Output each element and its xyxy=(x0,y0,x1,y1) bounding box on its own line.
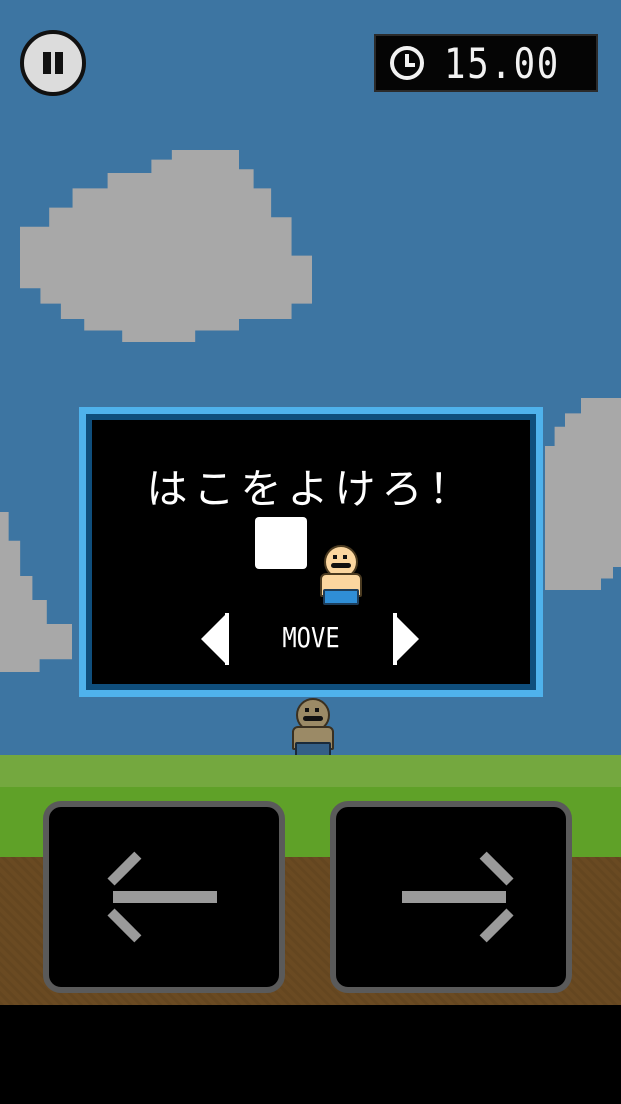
character-eye xyxy=(343,555,347,559)
character-mustache xyxy=(331,563,351,568)
move-right-button[interactable] xyxy=(330,801,572,993)
clock-icon xyxy=(390,46,424,80)
move-label: MOVE xyxy=(282,621,340,654)
box-icon xyxy=(255,517,307,569)
character-shorts xyxy=(323,589,359,605)
pause-icon xyxy=(55,52,63,74)
cloud xyxy=(0,512,72,672)
instruction-dialog: はこをよけろ！ MOVE xyxy=(79,407,543,697)
cloud xyxy=(20,150,312,342)
game-stage: 15.00 はこをよけろ！ MOVE xyxy=(0,0,621,1104)
timer-display: 15.00 xyxy=(374,34,598,92)
character-mustache xyxy=(303,716,323,721)
arrow-left-icon xyxy=(107,851,142,886)
arrow-right-icon xyxy=(479,908,514,943)
character-eye xyxy=(333,555,337,559)
bottom-bar xyxy=(0,1005,621,1104)
character-eye xyxy=(305,708,309,712)
timer-value: 15.00 xyxy=(444,38,560,88)
arrow-right-icon xyxy=(479,851,514,886)
player-character-icon xyxy=(315,545,363,607)
arrow-right-icon xyxy=(402,891,506,903)
move-right-icon xyxy=(393,613,419,665)
player-character xyxy=(288,698,334,758)
cloud xyxy=(545,398,621,590)
pause-icon xyxy=(43,52,51,74)
ground-grass-top xyxy=(0,755,621,787)
move-left-button[interactable] xyxy=(43,801,285,993)
arrow-left-icon xyxy=(113,891,217,903)
character-eye xyxy=(315,708,319,712)
dialog-title: はこをよけろ！ xyxy=(146,465,476,513)
arrow-left-icon xyxy=(107,908,142,943)
pause-button[interactable] xyxy=(20,30,86,96)
